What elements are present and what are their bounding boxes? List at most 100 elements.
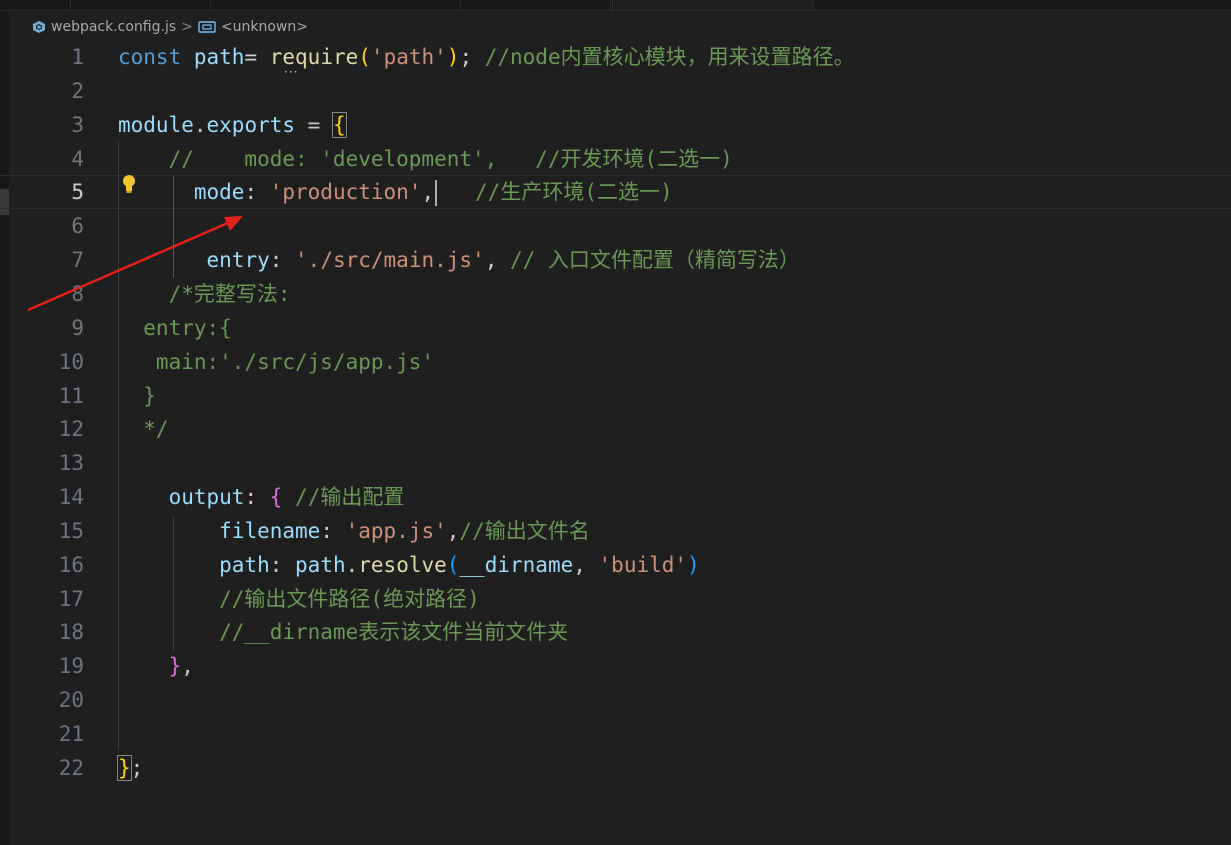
code-token: const <box>118 45 182 69</box>
code-text[interactable]: output: { //输出配置 <box>118 480 405 514</box>
code-text[interactable]: /*完整写法: <box>118 277 291 311</box>
code-text[interactable]: }, <box>118 649 194 683</box>
code-token: main:'./src/js/app.js' <box>118 349 435 374</box>
code-text[interactable]: filename: 'app.js',//输出文件名 <box>118 514 590 548</box>
tab-stub[interactable] <box>0 0 71 10</box>
code-line[interactable]: 10 main:'./src/js/app.js' <box>0 345 1231 379</box>
code-token: //输出配置 <box>295 485 405 510</box>
code-token: path <box>219 552 270 577</box>
line-number: 13 <box>58 451 84 476</box>
code-token: ; <box>459 45 485 69</box>
line-number: 1 <box>71 45 84 69</box>
code-line[interactable]: 8 /*完整写法: <box>0 277 1231 311</box>
code-token: } <box>168 654 182 679</box>
line-number: 7 <box>71 248 84 273</box>
line-number: 20 <box>58 688 84 713</box>
tab-stub[interactable] <box>70 0 211 10</box>
code-line[interactable]: 21 <box>0 717 1231 751</box>
breadcrumb-file[interactable]: webpack.config.js <box>51 19 176 35</box>
code-token: 'production' <box>269 180 422 205</box>
code-token: ) <box>687 552 700 577</box>
code-line[interactable]: 1 const path= require('path'); //node内置核心… <box>0 40 1231 74</box>
code-line[interactable]: 5 mode: 'production', //生产环境(二选一) <box>0 175 1231 209</box>
code-line[interactable]: 9 entry:{ <box>0 311 1231 345</box>
code-token: : <box>320 518 346 543</box>
code-line[interactable]: 22}; <box>0 751 1231 785</box>
tab-stub[interactable] <box>460 0 611 10</box>
code-text[interactable]: entry:{ <box>118 311 232 345</box>
breadcrumb-symbol[interactable]: <unknown> <box>221 19 308 35</box>
indent-guide <box>173 176 174 278</box>
code-line[interactable]: 20 <box>0 683 1231 717</box>
code-token: require <box>269 45 359 69</box>
tab-active[interactable] <box>612 0 814 10</box>
code-line[interactable]: 19 }, <box>0 649 1231 683</box>
tab-stub[interactable] <box>210 0 461 10</box>
code-text[interactable]: module.exports = { <box>118 108 347 142</box>
code-text[interactable]: path: path.resolve(__dirname, 'build') <box>118 548 700 582</box>
code-token: resolve <box>358 552 447 577</box>
code-token: ( <box>446 552 460 577</box>
code-line[interactable]: 15 filename: 'app.js',//输出文件名 <box>0 514 1231 548</box>
code-token: __dirname <box>459 552 574 577</box>
code-token: //输出文件名 <box>459 518 590 543</box>
code-line[interactable]: 2 <box>0 74 1231 108</box>
code-token: */ <box>118 417 169 442</box>
code-line[interactable]: 17 //输出文件路径(绝对路径) <box>0 582 1231 616</box>
code-token: mode <box>193 180 245 205</box>
code-line[interactable]: 6 <box>0 209 1231 243</box>
indent-guide <box>173 516 174 652</box>
code-text[interactable]: mode: 'production', //生产环境(二选一) <box>118 175 673 209</box>
code-text[interactable]: */ <box>118 412 169 446</box>
code-line[interactable]: 12 */ <box>0 412 1231 446</box>
code-text[interactable]: const path= require('path'); //node内置核心模… <box>118 40 855 74</box>
code-token: path <box>193 45 245 69</box>
code-token: = <box>244 45 270 69</box>
code-line[interactable]: 16 path: path.resolve(__dirname, 'build'… <box>0 548 1231 582</box>
code-token: { <box>331 111 347 138</box>
code-line[interactable]: 14 output: { //输出配置 <box>0 480 1231 514</box>
code-token: . <box>345 552 359 577</box>
line-number: 22 <box>58 755 84 780</box>
code-token: 'build' <box>598 552 688 577</box>
code-token: //生产环境(二选一) <box>437 180 673 205</box>
line-number: 4 <box>71 146 84 171</box>
code-token: , <box>446 518 460 543</box>
line-number: 3 <box>71 112 84 137</box>
code-text[interactable]: main:'./src/js/app.js' <box>118 345 434 379</box>
code-text[interactable]: //__dirname表示该文件当前文件夹 <box>118 615 568 649</box>
code-token: exports <box>206 112 296 137</box>
line-number: 18 <box>58 620 84 645</box>
code-token: : <box>269 248 296 273</box>
code-token: ) <box>446 45 460 69</box>
line-number: 6 <box>71 214 84 239</box>
code-text[interactable]: // mode: 'development', //开发环境(二选一) <box>118 142 733 176</box>
lightbulb-icon[interactable] <box>120 173 138 195</box>
code-token: module <box>118 112 194 137</box>
code-line[interactable]: 4 // mode: 'development', //开发环境(二选一) <box>0 142 1231 176</box>
code-text[interactable]: entry: './src/main.js', // 入口文件配置（精简写法） <box>118 243 800 277</box>
editor-tab-strip[interactable] <box>0 0 1231 11</box>
code-line[interactable]: 13 <box>0 446 1231 480</box>
line-number: 15 <box>58 518 84 543</box>
code-token: path <box>295 552 346 577</box>
code-line[interactable]: 18 //__dirname表示该文件当前文件夹 <box>0 615 1231 649</box>
line-number: 5 <box>71 180 84 205</box>
code-text[interactable]: }; <box>117 751 143 785</box>
symbol-variable-icon[interactable] <box>198 20 216 34</box>
line-number: 2 <box>71 78 84 103</box>
code-token: , <box>573 552 599 577</box>
code-token: } <box>117 754 132 781</box>
webpack-file-icon[interactable] <box>32 20 46 34</box>
code-line[interactable]: 3 module.exports = { <box>0 108 1231 142</box>
line-number: 10 <box>58 349 84 374</box>
line-number: 8 <box>71 281 84 306</box>
code-line[interactable]: 7 entry: './src/main.js', // 入口文件配置（精简写法… <box>0 243 1231 277</box>
code-text[interactable]: } <box>118 379 156 413</box>
code-line[interactable]: 11 } <box>0 379 1231 413</box>
code-token: , <box>484 248 510 273</box>
